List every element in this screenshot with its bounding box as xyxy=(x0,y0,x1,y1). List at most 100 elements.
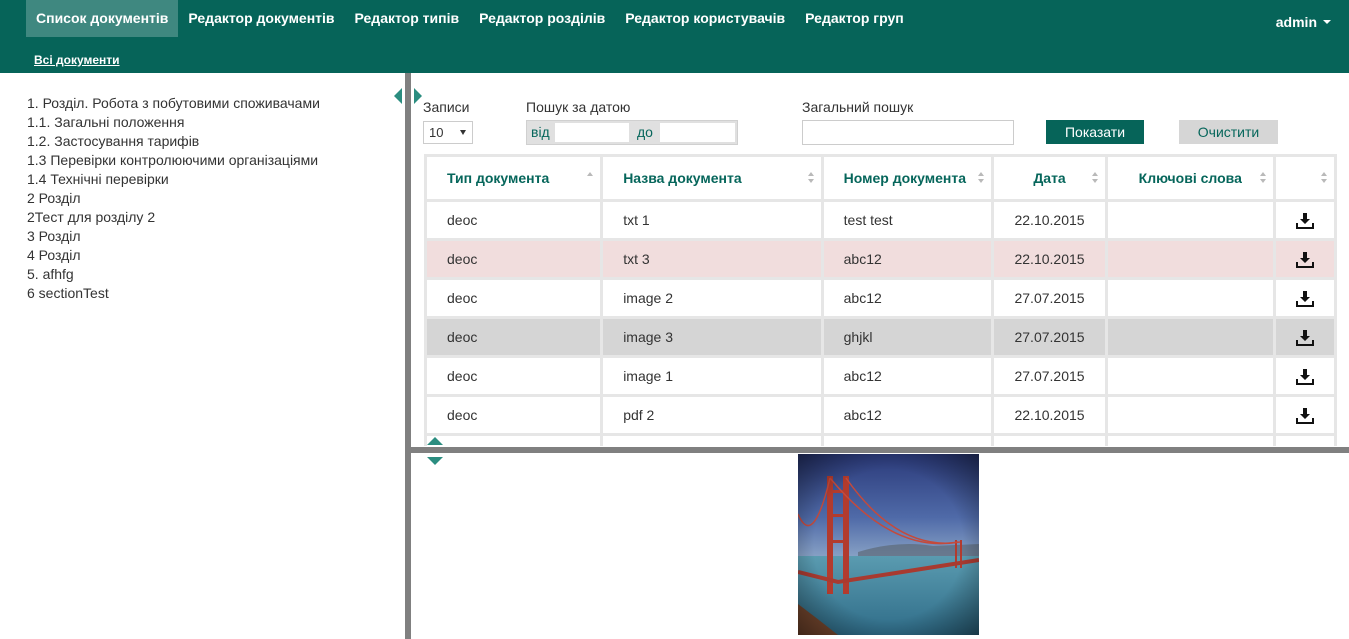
show-button[interactable]: Показати xyxy=(1046,120,1144,144)
column-header-type[interactable]: Тип документа xyxy=(427,157,601,199)
cell-type: deoc xyxy=(427,202,601,238)
download-icon[interactable] xyxy=(1295,368,1314,385)
cell-keywords xyxy=(1107,202,1273,238)
column-header-label: Назва документа xyxy=(623,170,742,186)
sort-icon xyxy=(1091,172,1099,184)
column-header-download[interactable] xyxy=(1275,157,1334,199)
cell-date: 22.10.2015 xyxy=(994,241,1105,277)
cell-download xyxy=(1275,241,1334,277)
vertical-splitter[interactable] xyxy=(405,73,411,639)
section-tree: 1. Розділ. Робота з побутовими споживача… xyxy=(27,94,320,303)
nav-document-editor[interactable]: Редактор документів xyxy=(178,0,344,37)
table-row[interactable]: deoc image 2 abc12 27.07.2015 xyxy=(427,280,1334,316)
column-header-keywords[interactable]: Ключові слова xyxy=(1107,157,1273,199)
cell-type: deoc xyxy=(427,280,601,316)
cell-number: test test xyxy=(823,202,992,238)
cell-empty xyxy=(1275,436,1334,446)
user-menu[interactable]: admin xyxy=(1276,0,1331,44)
download-icon[interactable] xyxy=(1295,290,1314,307)
collapse-up-icon[interactable] xyxy=(427,437,443,445)
document-preview-image xyxy=(798,454,979,635)
chevron-down-icon xyxy=(1323,20,1331,24)
cell-keywords xyxy=(1107,241,1273,277)
table-row[interactable]: deoc image 3 ghjkl 27.07.2015 xyxy=(427,319,1334,355)
table-row[interactable]: deoc pdf 2 abc12 22.10.2015 xyxy=(427,397,1334,433)
cell-download xyxy=(1275,358,1334,394)
cell-number: ghjkl xyxy=(823,319,992,355)
section-item[interactable]: 2 Розділ xyxy=(27,189,320,208)
column-header-label: Дата xyxy=(1033,170,1066,186)
records-per-page-select[interactable]: 10 xyxy=(423,121,473,144)
table-row[interactable]: deoc txt 1 test test 22.10.2015 xyxy=(427,202,1334,238)
records-label: Записи xyxy=(423,99,470,115)
column-header-label: Ключові слова xyxy=(1138,170,1242,186)
section-item[interactable]: 1.2. Застосування тарифів xyxy=(27,132,320,151)
cell-date: 22.10.2015 xyxy=(994,202,1105,238)
section-item[interactable]: 4 Розділ xyxy=(27,246,320,265)
download-icon[interactable] xyxy=(1295,212,1314,229)
cell-empty xyxy=(823,436,992,446)
cell-number: abc12 xyxy=(823,358,992,394)
cell-name: image 1 xyxy=(603,358,821,394)
cell-date: 27.07.2015 xyxy=(994,280,1105,316)
column-header-number[interactable]: Номер документа xyxy=(823,157,992,199)
cell-download xyxy=(1275,397,1334,433)
section-item[interactable]: 1.1. Загальні положення xyxy=(27,113,320,132)
cell-name: pdf 2 xyxy=(603,397,821,433)
nav-user-editor[interactable]: Редактор користувачів xyxy=(615,0,795,37)
cell-keywords xyxy=(1107,397,1273,433)
cell-date: 27.07.2015 xyxy=(994,358,1105,394)
column-header-date[interactable]: Дата xyxy=(994,157,1105,199)
cell-name: image 3 xyxy=(603,319,821,355)
dropdown-arrow-icon xyxy=(460,130,466,135)
collapse-left-icon[interactable] xyxy=(394,88,402,104)
sort-asc-icon xyxy=(587,172,594,184)
download-icon[interactable] xyxy=(1295,251,1314,268)
general-search-input[interactable] xyxy=(802,120,1014,145)
date-range-field: від до xyxy=(526,120,738,145)
horizontal-splitter[interactable] xyxy=(411,447,1349,453)
column-header-label: Тип документа xyxy=(447,170,550,186)
sections-panel: 1. Розділ. Робота з побутовими споживача… xyxy=(0,73,405,639)
user-name: admin xyxy=(1275,14,1317,30)
nav-section-editor[interactable]: Редактор розділів xyxy=(469,0,615,37)
section-item[interactable]: 2Тест для розділу 2 xyxy=(27,208,320,227)
date-from-label: від xyxy=(531,124,550,140)
cell-type: deoc xyxy=(427,358,601,394)
main-nav: Список документів Редактор документів Ре… xyxy=(26,0,914,37)
section-item[interactable]: 1.4 Технічні перевірки xyxy=(27,170,320,189)
general-search-label: Загальний пошук xyxy=(802,99,914,115)
sort-icon xyxy=(1259,172,1267,184)
column-header-name[interactable]: Назва документа xyxy=(603,157,821,199)
cell-type: deoc xyxy=(427,319,601,355)
section-item[interactable]: 1. Розділ. Робота з побутовими споживача… xyxy=(27,94,320,113)
records-value: 10 xyxy=(429,125,444,140)
table-row[interactable]: deoc txt 3 abc12 22.10.2015 xyxy=(427,241,1334,277)
date-from-input[interactable] xyxy=(555,123,629,142)
expand-down-icon[interactable] xyxy=(427,457,443,465)
section-item[interactable]: 6 sectionTest xyxy=(27,284,320,303)
expand-right-icon[interactable] xyxy=(414,88,422,104)
all-documents-link[interactable]: Всі документи xyxy=(34,53,120,67)
table-header-row: Тип документа Назва документа Номер доку… xyxy=(427,157,1334,199)
section-item[interactable]: 1.3 Перевірки контролюючими організаціям… xyxy=(27,151,320,170)
date-to-input[interactable] xyxy=(660,123,735,142)
date-search-label: Пошук за датою xyxy=(526,99,631,115)
nav-type-editor[interactable]: Редактор типів xyxy=(345,0,470,37)
table-row[interactable]: deoc image 1 abc12 27.07.2015 xyxy=(427,358,1334,394)
download-icon[interactable] xyxy=(1295,407,1314,424)
cell-download xyxy=(1275,202,1334,238)
date-to-label: до xyxy=(637,124,653,140)
cell-number: abc12 xyxy=(823,241,992,277)
cell-number: abc12 xyxy=(823,397,992,433)
section-item[interactable]: 3 Розділ xyxy=(27,227,320,246)
nav-group-editor[interactable]: Редактор груп xyxy=(795,0,914,37)
section-item[interactable]: 5. afhfg xyxy=(27,265,320,284)
cell-type: deoc xyxy=(427,241,601,277)
cell-type: deoc xyxy=(427,397,601,433)
cell-empty xyxy=(994,436,1105,446)
clear-button[interactable]: Очистити xyxy=(1179,120,1278,144)
table-row-partial xyxy=(427,436,1334,446)
nav-document-list[interactable]: Список документів xyxy=(26,0,179,37)
download-icon[interactable] xyxy=(1295,329,1314,346)
